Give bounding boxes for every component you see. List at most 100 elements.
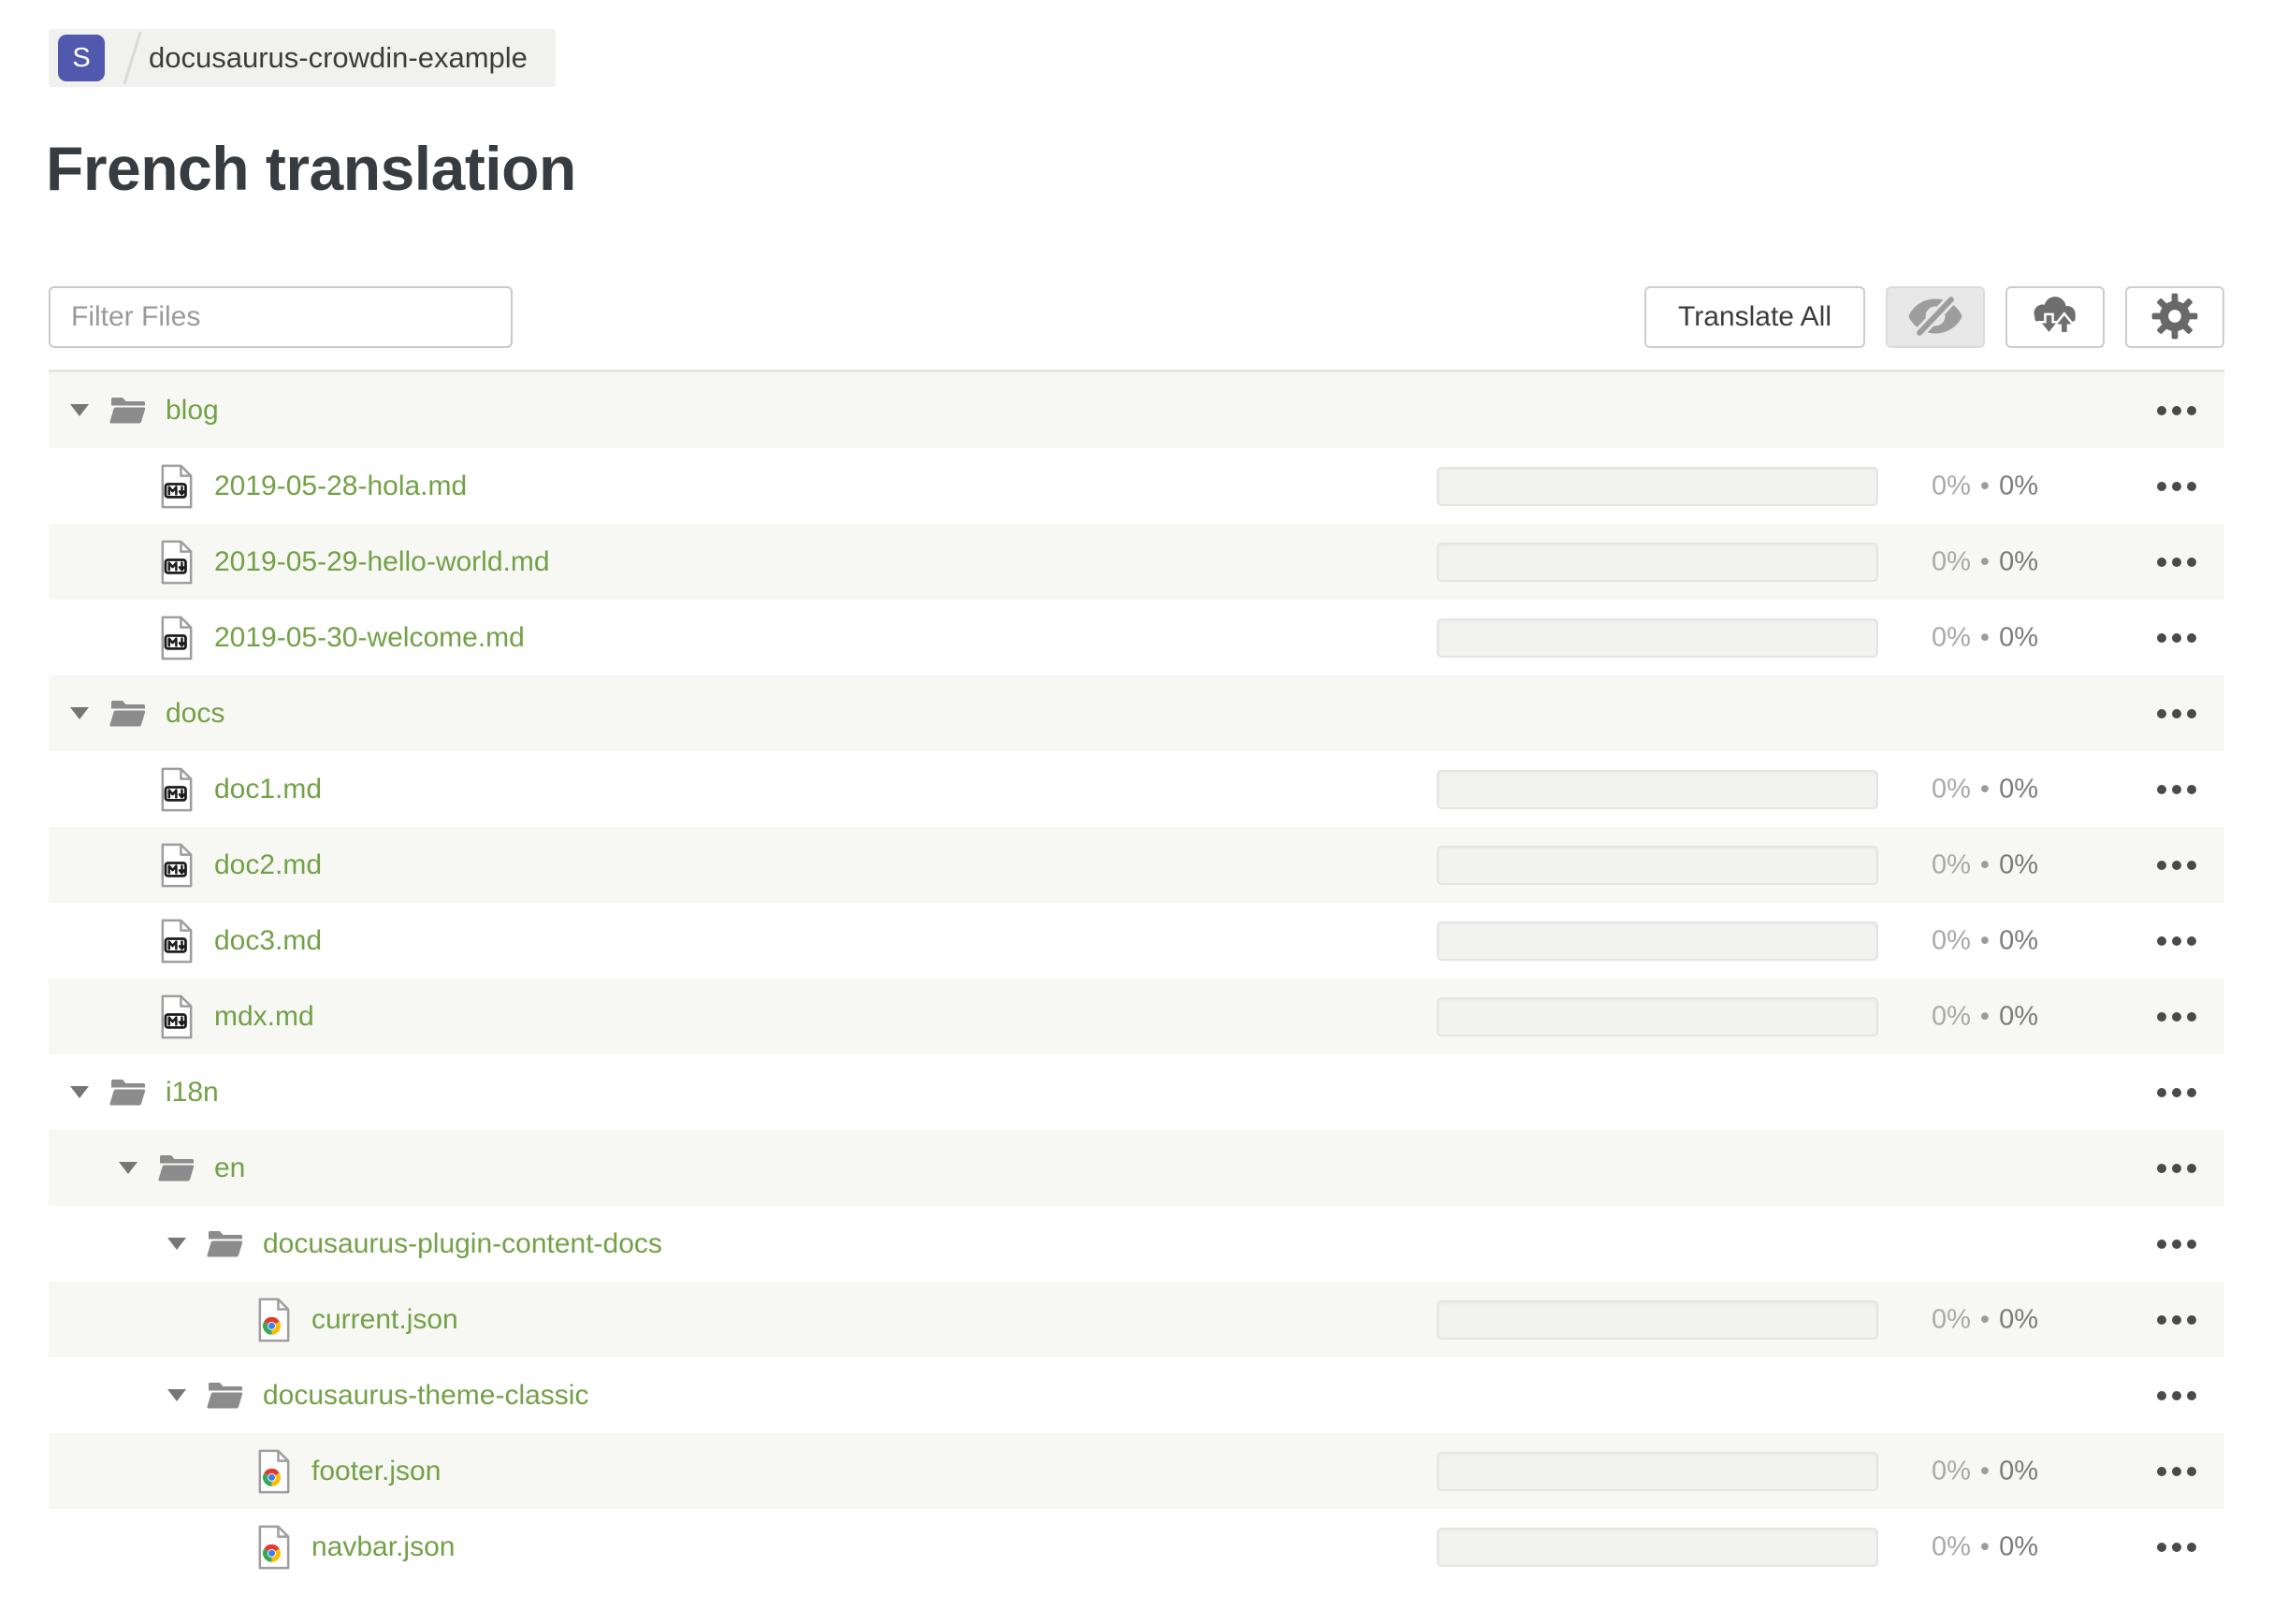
- file-row-2019-05-30-welcome.md[interactable]: 2019-05-30-welcome.md 0% • 0%: [49, 600, 2224, 675]
- folder-icon: [158, 1143, 195, 1194]
- file-row-footer.json[interactable]: footer.json 0% • 0%: [49, 1433, 2224, 1509]
- folder-icon: [109, 1067, 147, 1118]
- row-context-menu-button[interactable]: [2157, 1459, 2196, 1484]
- percent-separator: •: [1979, 1001, 1991, 1031]
- row-name-link[interactable]: docusaurus-theme-classic: [263, 1380, 588, 1412]
- row-name-link[interactable]: i18n: [166, 1077, 219, 1109]
- approved-percent: 0%: [1999, 849, 2038, 879]
- row-name-link[interactable]: doc3.md: [214, 925, 322, 957]
- translated-percent: 0%: [1932, 1456, 1971, 1486]
- file-row-navbar.json[interactable]: navbar.json 0% • 0%: [49, 1509, 2224, 1585]
- progress-bar: [1437, 1527, 1878, 1567]
- folder-row-docusaurus-theme-classic[interactable]: docusaurus-theme-classic: [49, 1357, 2224, 1433]
- folder-row-en[interactable]: en: [49, 1130, 2224, 1206]
- eye-slash-icon: [1905, 294, 1965, 341]
- translated-percent: 0%: [1932, 1001, 1971, 1031]
- progress-percent: 0% • 0%: [1932, 546, 2038, 577]
- translated-percent: 0%: [1932, 546, 1971, 576]
- markdown-file-icon: [158, 840, 195, 891]
- collapse-caret[interactable]: [70, 707, 109, 719]
- file-row-2019-05-28-hola.md[interactable]: 2019-05-28-hola.md 0% • 0%: [49, 448, 2224, 524]
- breadcrumb: S docusaurus-crowdin-example: [49, 29, 556, 87]
- approved-percent: 0%: [1999, 1304, 2038, 1334]
- translated-percent: 0%: [1932, 925, 1971, 955]
- file-row-mdx.md[interactable]: mdx.md 0% • 0%: [49, 979, 2224, 1054]
- folder-row-docusaurus-plugin-content-docs[interactable]: docusaurus-plugin-content-docs: [49, 1206, 2224, 1282]
- settings-button[interactable]: [2125, 286, 2224, 348]
- file-row-doc2.md[interactable]: doc2.md 0% • 0%: [49, 827, 2224, 903]
- row-context-menu-button[interactable]: [2157, 399, 2196, 423]
- row-context-menu-button[interactable]: [2157, 1232, 2196, 1256]
- collapse-caret[interactable]: [70, 1086, 109, 1098]
- file-row-doc1.md[interactable]: doc1.md 0% • 0%: [49, 751, 2224, 827]
- filter-files-input[interactable]: [49, 286, 513, 348]
- row-context-menu-button[interactable]: [2157, 1384, 2196, 1408]
- row-context-menu-button[interactable]: [2157, 853, 2196, 877]
- collapse-caret[interactable]: [167, 1238, 207, 1250]
- folder-row-i18n[interactable]: i18n: [49, 1054, 2224, 1130]
- translate-all-button[interactable]: Translate All: [1644, 286, 1865, 348]
- row-name-link[interactable]: doc1.md: [214, 774, 322, 805]
- approved-percent: 0%: [1999, 1001, 2038, 1031]
- progress-bar: [1437, 996, 1878, 1037]
- row-name-link[interactable]: mdx.md: [214, 1001, 314, 1033]
- markdown-file-icon: [158, 916, 195, 966]
- row-name-link[interactable]: 2019-05-28-hola.md: [214, 471, 467, 502]
- progress-bar: [1437, 769, 1878, 809]
- translated-percent: 0%: [1932, 774, 1971, 804]
- percent-separator: •: [1979, 774, 1991, 804]
- row-name-link[interactable]: docusaurus-plugin-content-docs: [263, 1228, 662, 1260]
- file-row-current.json[interactable]: current.json 0% • 0%: [49, 1282, 2224, 1357]
- folder-icon: [109, 385, 147, 436]
- row-context-menu-button[interactable]: [2157, 1535, 2196, 1559]
- row-name-link[interactable]: docs: [166, 698, 224, 730]
- row-context-menu-button[interactable]: [2157, 702, 2196, 726]
- row-name-link[interactable]: navbar.json: [311, 1531, 455, 1563]
- folder-row-blog[interactable]: blog: [49, 372, 2224, 448]
- row-name-link[interactable]: 2019-05-29-hello-world.md: [214, 546, 550, 578]
- row-context-menu-button[interactable]: [2157, 929, 2196, 953]
- approved-percent: 0%: [1999, 1456, 2038, 1486]
- row-context-menu-button[interactable]: [2157, 550, 2196, 574]
- progress-bar: [1437, 845, 1878, 885]
- project-avatar[interactable]: S: [58, 35, 105, 81]
- row-name-link[interactable]: 2019-05-30-welcome.md: [214, 622, 525, 654]
- json-file-icon: [255, 1522, 293, 1573]
- progress-bar: [1437, 617, 1878, 658]
- toggle-hidden-files-button[interactable]: [1886, 286, 1985, 348]
- progress-bar: [1437, 921, 1878, 961]
- json-file-icon: [255, 1446, 293, 1497]
- progress-bar: [1437, 542, 1878, 582]
- row-name-link[interactable]: en: [214, 1153, 245, 1184]
- row-context-menu-button[interactable]: [2157, 1156, 2196, 1181]
- markdown-file-icon: [158, 613, 195, 663]
- percent-separator: •: [1979, 1531, 1991, 1561]
- row-context-menu-button[interactable]: [2157, 1005, 2196, 1029]
- progress-bar: [1437, 466, 1878, 506]
- row-name-link[interactable]: blog: [166, 395, 219, 427]
- upload-download-button[interactable]: [2005, 286, 2105, 348]
- file-row-2019-05-29-hello-world.md[interactable]: 2019-05-29-hello-world.md 0% • 0%: [49, 524, 2224, 600]
- row-context-menu-button[interactable]: [2157, 777, 2196, 802]
- breadcrumb-project-name[interactable]: docusaurus-crowdin-example: [149, 41, 528, 75]
- row-name-link[interactable]: footer.json: [311, 1456, 441, 1487]
- progress-percent: 0% • 0%: [1932, 1001, 2038, 1032]
- translated-percent: 0%: [1932, 849, 1971, 879]
- collapse-caret[interactable]: [70, 404, 109, 416]
- row-context-menu-button[interactable]: [2157, 474, 2196, 499]
- translated-percent: 0%: [1932, 622, 1971, 652]
- collapse-caret[interactable]: [119, 1162, 158, 1174]
- row-name-link[interactable]: doc2.md: [214, 849, 322, 881]
- approved-percent: 0%: [1999, 774, 2038, 804]
- progress-percent: 0% • 0%: [1932, 1304, 2038, 1335]
- markdown-file-icon: [158, 537, 195, 587]
- row-name-link[interactable]: current.json: [311, 1304, 458, 1336]
- row-context-menu-button[interactable]: [2157, 1080, 2196, 1105]
- breadcrumb-divider: [123, 31, 142, 85]
- folder-row-docs[interactable]: docs: [49, 675, 2224, 751]
- progress-percent: 0% • 0%: [1932, 849, 2038, 880]
- row-context-menu-button[interactable]: [2157, 626, 2196, 650]
- collapse-caret[interactable]: [167, 1389, 207, 1401]
- file-row-doc3.md[interactable]: doc3.md 0% • 0%: [49, 903, 2224, 979]
- row-context-menu-button[interactable]: [2157, 1308, 2196, 1332]
